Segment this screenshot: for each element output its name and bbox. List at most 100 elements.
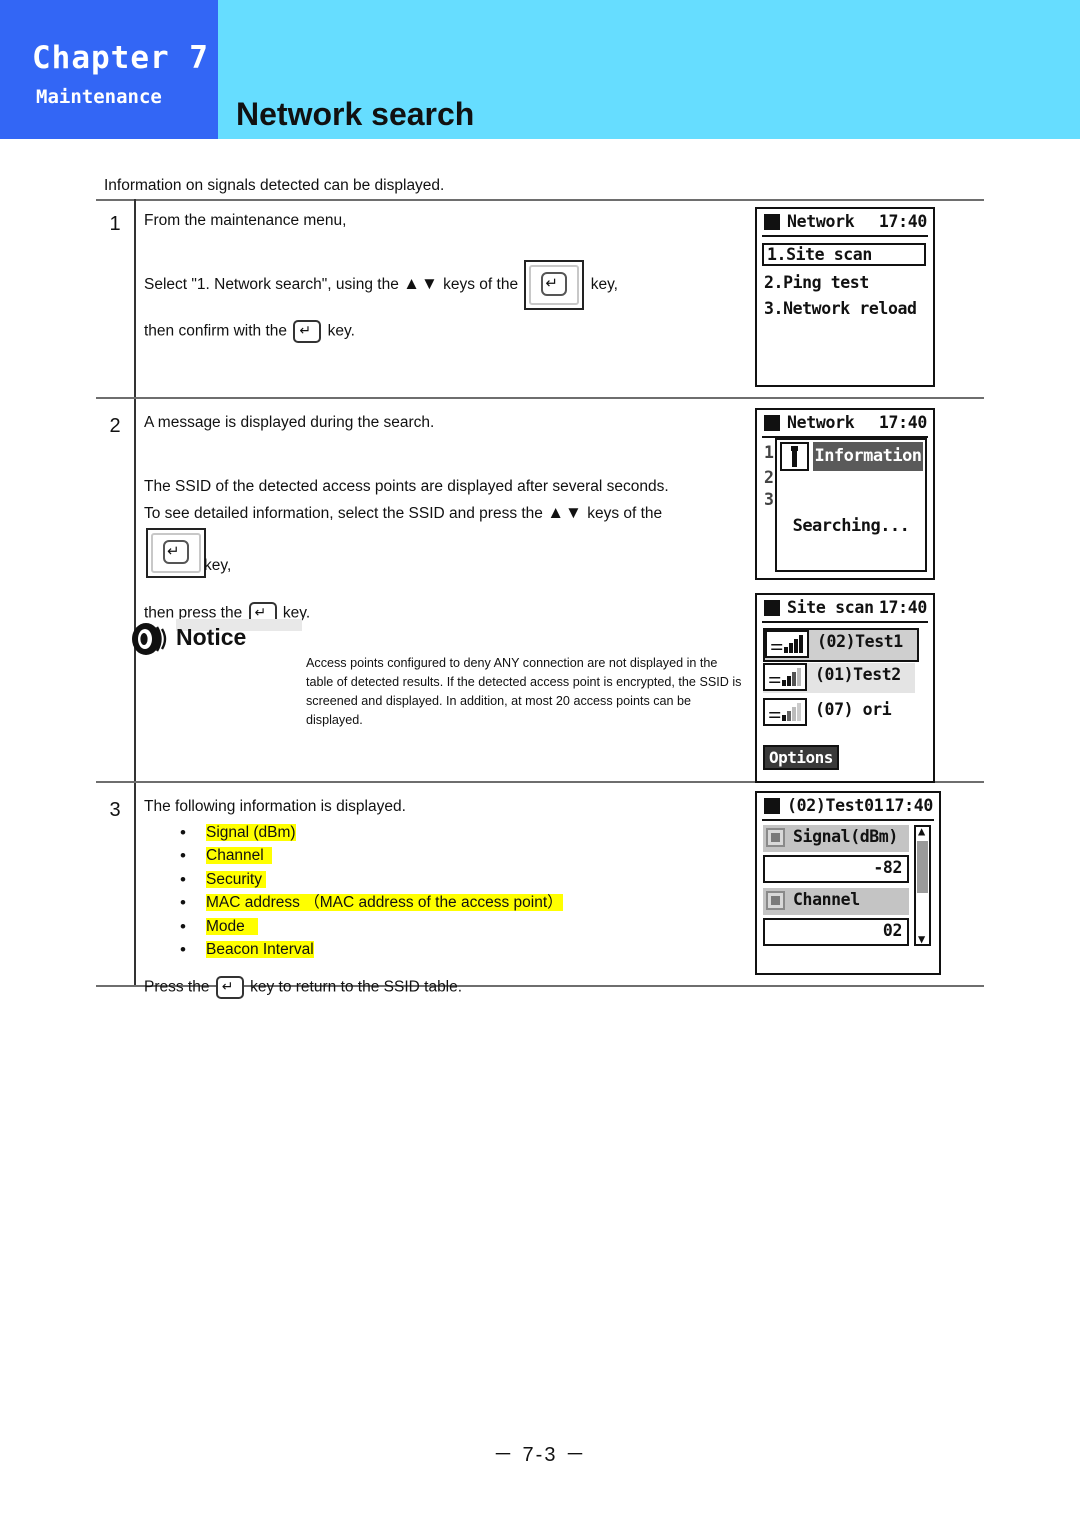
- signal-strength-icon: ⚌: [763, 663, 807, 691]
- step2-line2: The SSID of the detected access points a…: [144, 477, 669, 495]
- device-screen-ap-detail: (02)Test01 17:40 Signal(dBm) -82 Channel…: [755, 791, 941, 975]
- list-item: • Channel: [144, 844, 844, 868]
- device-screen-searching: Network 17:40 1 2 3 Information Searchin…: [755, 408, 935, 580]
- ssid-row[interactable]: ⚌ (02)Test1: [763, 628, 919, 662]
- list-item: • Signal (dBm): [144, 821, 844, 845]
- scrollbar[interactable]: ▲ ▼: [914, 825, 931, 946]
- scroll-up-arrow-icon[interactable]: ▲: [918, 825, 925, 837]
- information-popup: Information Searching...: [775, 438, 927, 572]
- ssid-label: (01)Test2: [815, 665, 901, 684]
- chapter-subtitle: Maintenance: [36, 86, 162, 108]
- field-value-text: 02: [882, 921, 902, 940]
- screen-titlebar: Network 17:40: [757, 209, 933, 236]
- up-down-arrow-icon: ▲▼: [403, 273, 439, 293]
- bullet-text: MAC address （MAC address of the access p…: [206, 894, 563, 911]
- step3-footer-b: key to return to the SSID table.: [250, 978, 463, 996]
- field-value-channel: 02: [763, 918, 909, 946]
- field-value-text: -82: [873, 858, 902, 877]
- bullet-icon: •: [180, 916, 186, 936]
- bullet-icon: •: [180, 822, 186, 842]
- menu-item-behind-2: 2: [764, 468, 774, 487]
- enter-key-icon: ↵: [293, 319, 322, 343]
- step2-line3a: To see detailed information, select the …: [144, 505, 543, 522]
- screen-status-square-icon: [764, 798, 780, 814]
- screen-clock: 17:40: [878, 413, 927, 432]
- info-bullet-list: • Signal (dBm) • Channel • Security • MAC ad…: [144, 821, 844, 962]
- signal-strength-icon: ⚌: [763, 698, 807, 726]
- signal-bars: [784, 634, 807, 653]
- screen-title-text: Network: [787, 413, 855, 432]
- step-number: 1: [109, 213, 121, 235]
- screen-title-underline: [762, 819, 934, 822]
- step1-line3a: then confirm with the: [144, 322, 288, 340]
- page-header: Chapter 7 Maintenance Network search: [0, 0, 1080, 139]
- up-down-arrow-icon: ▲▼: [547, 503, 583, 522]
- list-item: • Beacon Interval: [144, 938, 844, 962]
- signal-strength-icon: ⚌: [765, 630, 809, 658]
- screen-titlebar: Network 17:40: [757, 410, 933, 437]
- field-checkbox-icon: [766, 828, 785, 847]
- step2-line4: key,: [204, 556, 232, 574]
- table-row: 3 The following information is displayed…: [96, 783, 984, 999]
- list-item: • MAC address （MAC address of the access …: [144, 891, 844, 915]
- bullet-icon: •: [180, 846, 186, 865]
- table-row: 2 A message is displayed during the sear…: [96, 399, 984, 783]
- screen-titlebar: (02)Test01 17:40: [757, 793, 939, 820]
- step1-line2a: Select "1. Network search", using the: [144, 275, 399, 293]
- notice-text: Access points configured to deny ANY con…: [306, 656, 742, 727]
- screen-titlebar: Site scan 17:40: [757, 595, 933, 622]
- screen-clock: 17:40: [878, 598, 927, 617]
- menu-item-ping-test[interactable]: 2.Ping test: [764, 273, 869, 292]
- field-label-channel: Channel: [763, 888, 909, 915]
- ssid-label: (07) ori: [815, 700, 892, 719]
- row-divider-vertical: [134, 783, 136, 985]
- screen-clock: 17:40: [884, 796, 933, 815]
- field-label-signal: Signal(dBm): [763, 825, 909, 852]
- intro-text: Information on signals detected can be d…: [104, 177, 445, 194]
- screen-title-text: Network: [787, 212, 855, 231]
- enter-key-icon: ↵: [215, 975, 244, 999]
- bullet-text: Beacon Interval: [206, 941, 314, 958]
- screen-status-square-icon: [764, 415, 780, 431]
- step2-line3b: keys of the: [587, 505, 663, 522]
- device-screen-site-scan: Site scan 17:40 ⚌ (02)Test1 ⚌ (01)Test2 …: [755, 593, 935, 783]
- chapter-label: Chapter 7: [32, 40, 209, 76]
- screen-title-underline: [762, 621, 928, 624]
- step-number: 2: [109, 415, 121, 437]
- device-screen-network-menu: Network 17:40 1.Site scan 2.Ping test 3.…: [755, 207, 935, 387]
- page-title: Network search: [236, 96, 475, 132]
- menu-item-network-reload[interactable]: 3.Network reload: [764, 299, 917, 318]
- field-checkbox-icon: [766, 891, 785, 910]
- navigation-key-icon: ↵: [146, 527, 206, 578]
- navigation-key-icon: ↵: [524, 259, 585, 310]
- menu-item-behind-1: 1: [764, 443, 774, 462]
- bullet-text: Security: [206, 870, 262, 888]
- bullet-icon: •: [180, 940, 186, 959]
- screen-clock: 17:40: [878, 212, 927, 231]
- popup-message: Searching...: [792, 516, 910, 536]
- step1-line2b: keys of the: [443, 275, 519, 293]
- notice-label: Notice: [176, 624, 247, 650]
- bullet-icon: •: [180, 893, 186, 912]
- procedure-table: 1 From the maintenance menu, Select "1. …: [96, 199, 984, 999]
- step3-line1: The following information is displayed.: [144, 798, 406, 815]
- signal-bars: [782, 667, 805, 686]
- scrollbar-thumb[interactable]: [917, 841, 928, 893]
- list-item: • Mode: [144, 915, 844, 939]
- screen-title-text: (02)Test01: [787, 796, 884, 815]
- step1-line1: From the maintenance menu,: [144, 212, 347, 229]
- info-icon: [780, 442, 809, 471]
- notice-block: Notice Access points configured to deny …: [132, 619, 772, 742]
- step2-line1: A message is displayed during the search…: [144, 414, 435, 431]
- menu-item-behind-3: 3: [764, 490, 774, 509]
- ssid-row[interactable]: ⚌ (01)Test2: [763, 663, 915, 693]
- notice-speaker-icon: [132, 623, 167, 655]
- menu-item-site-scan[interactable]: 1.Site scan: [762, 243, 926, 266]
- step3-footer-a: Press the: [144, 978, 210, 996]
- field-label-text: Signal(dBm): [793, 827, 898, 846]
- options-button[interactable]: Options: [763, 745, 839, 770]
- screen-status-square-icon: [764, 214, 780, 230]
- popup-title-text: Information: [813, 442, 923, 471]
- scroll-down-arrow-icon[interactable]: ▼: [918, 933, 925, 945]
- ssid-row[interactable]: ⚌ (07) ori: [763, 698, 915, 728]
